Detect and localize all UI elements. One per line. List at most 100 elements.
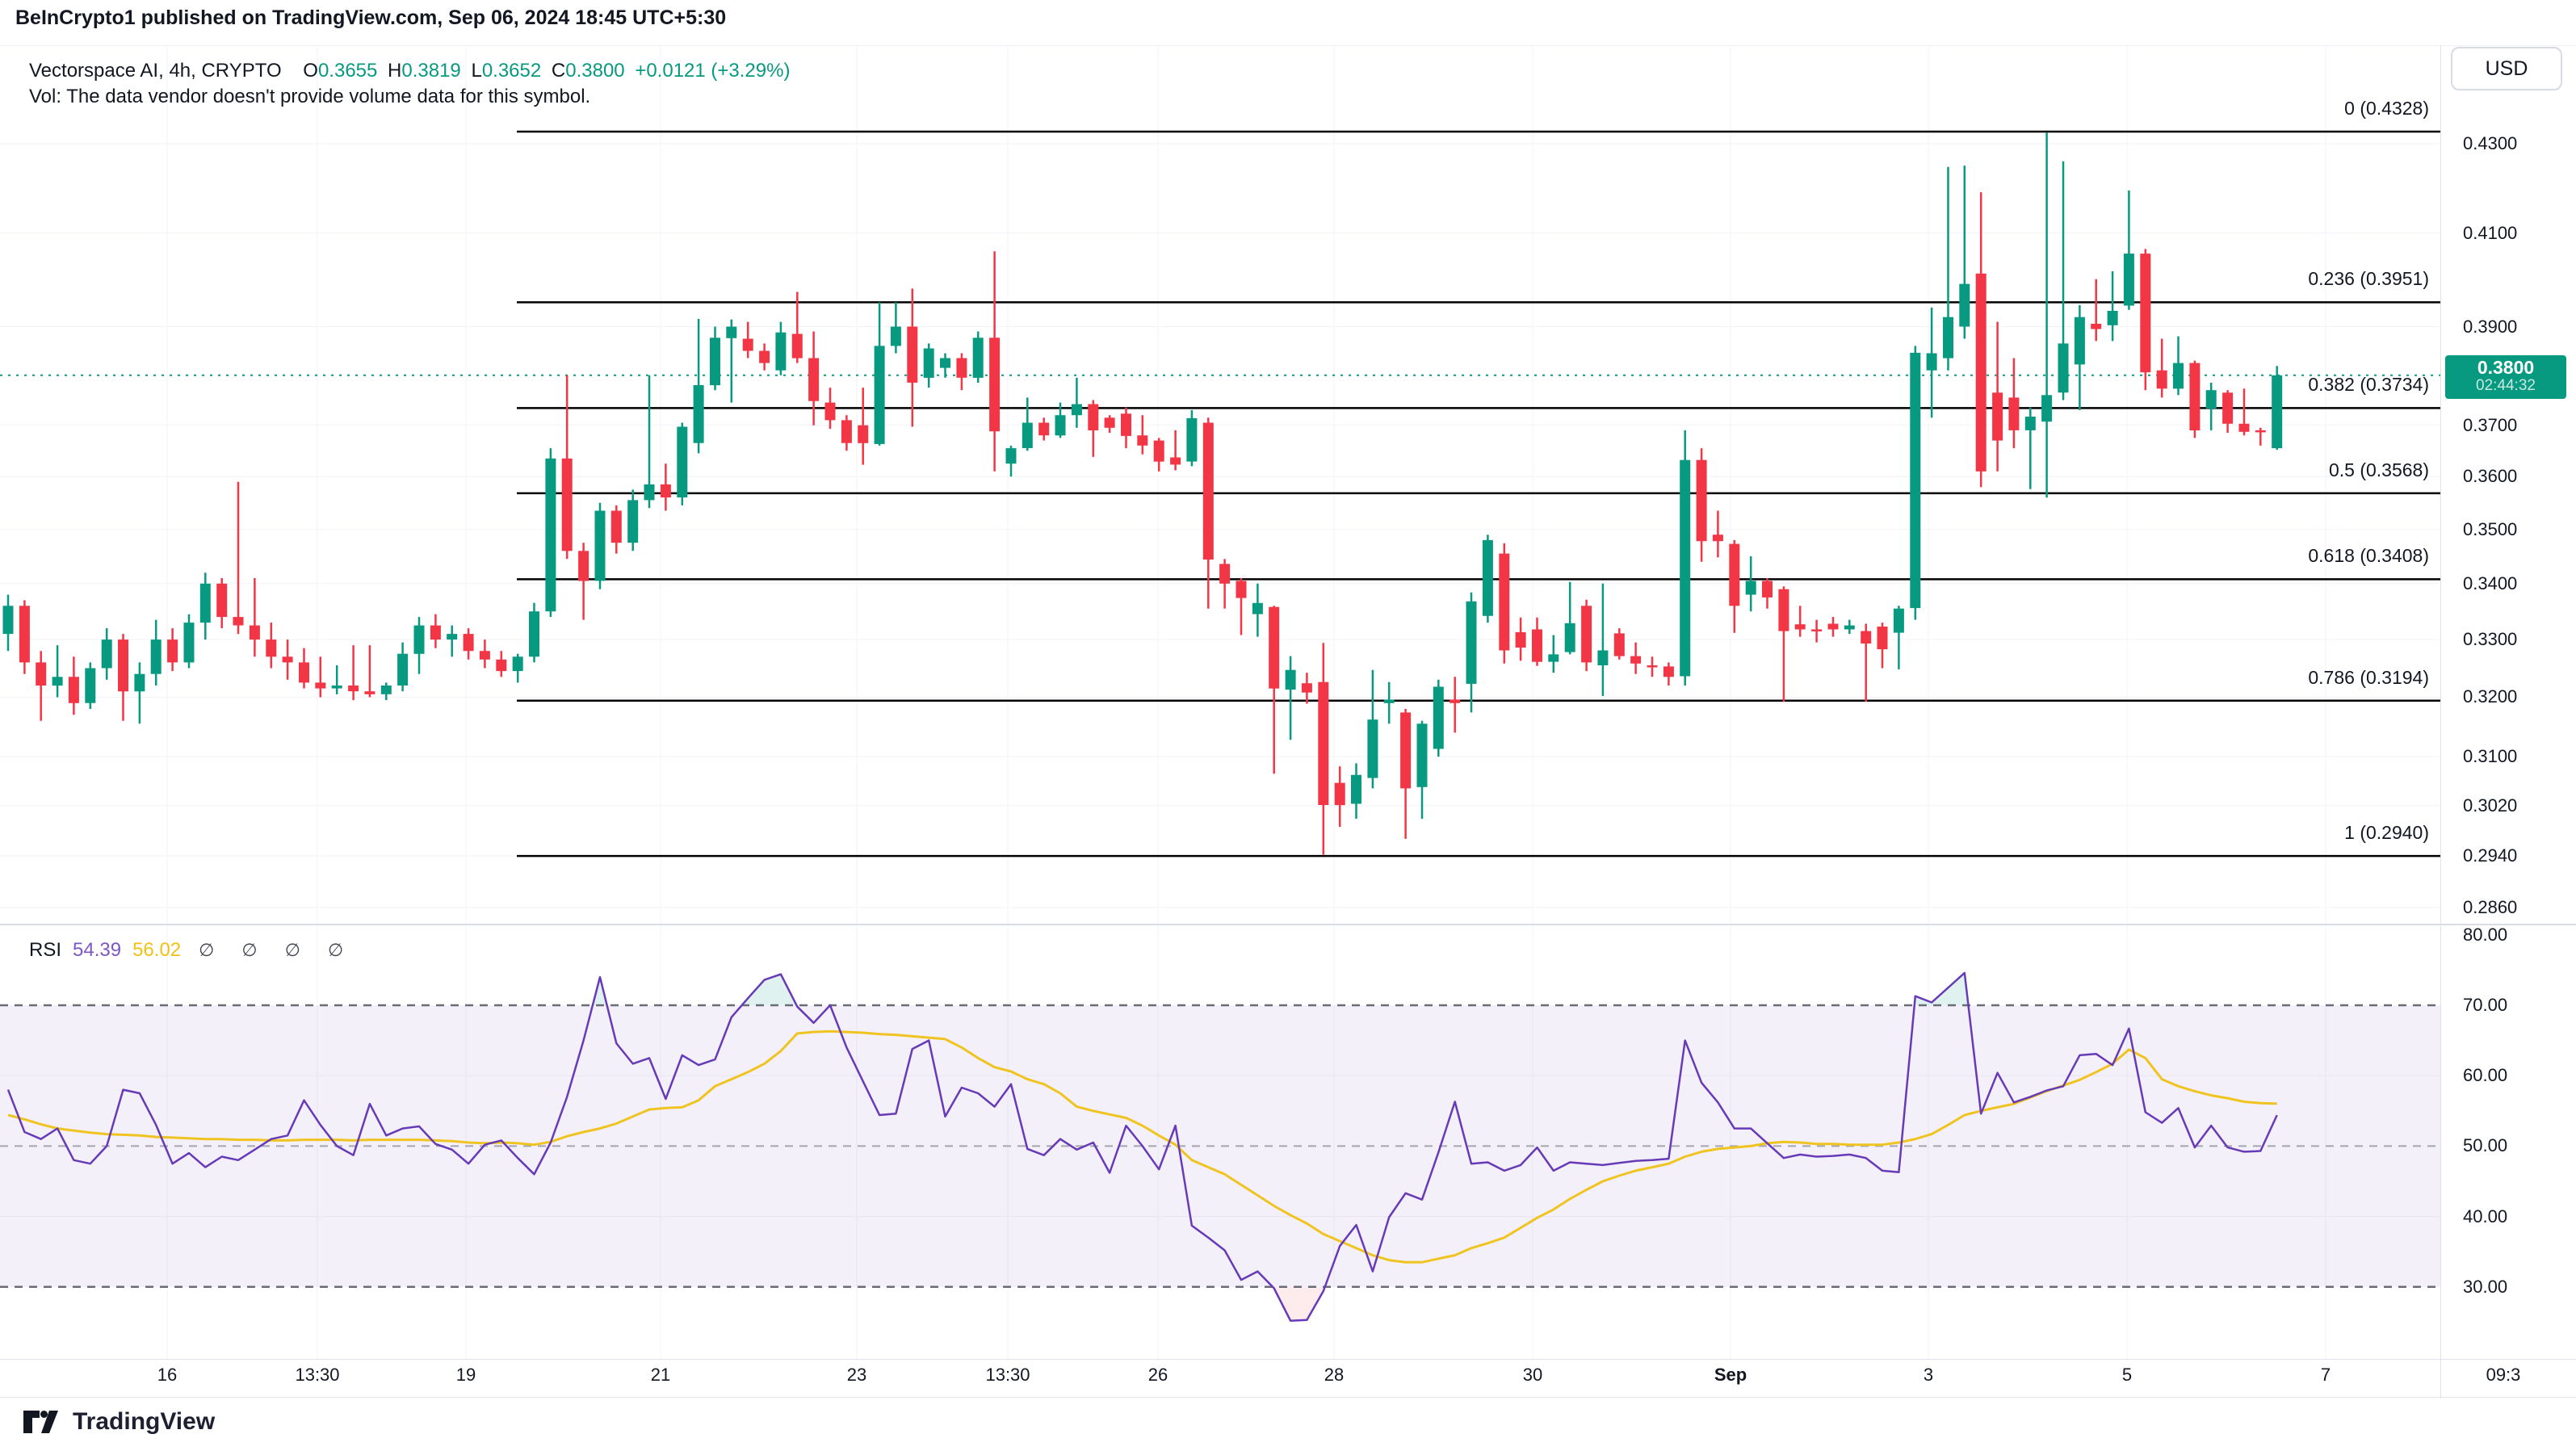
price-tick-label: 0.3200 [2463, 686, 2517, 707]
time-tick-label: 26 [1110, 1365, 1206, 1386]
candle [1762, 581, 1773, 598]
candle [775, 333, 786, 371]
tradingview-chart-page: BeInCrypto1 published on TradingView.com… [0, 0, 2576, 1455]
candle [283, 656, 293, 662]
candle [792, 334, 803, 359]
candle [841, 420, 852, 442]
price-tick-label: 0.2860 [2463, 897, 2517, 918]
ohlc-open-value: 0.3655 [318, 60, 377, 82]
time-tick-label: 23 [808, 1365, 905, 1386]
candle [1778, 589, 1789, 631]
chart-canvas[interactable] [0, 0, 2576, 1455]
rsi-tick-label: 30.00 [2463, 1277, 2507, 1298]
candle [644, 484, 655, 501]
rsi-tick-label: 60.00 [2463, 1065, 2507, 1086]
header-separator [0, 45, 2576, 46]
ohlc-high-label: H [388, 60, 401, 82]
ohlc-high-value: 0.3819 [401, 60, 460, 82]
time-tick-label: Sep [1682, 1365, 1779, 1386]
fib-level-label: 1 (0.2940) [0, 822, 2429, 844]
candle [250, 626, 260, 640]
fib-level-label: 0.382 (0.3734) [0, 374, 2429, 396]
candle [1367, 719, 1378, 778]
time-tick-label: 28 [1286, 1365, 1382, 1386]
candle [1927, 354, 1937, 371]
candle [19, 606, 30, 662]
candle [529, 611, 539, 656]
price-tick-label: 0.3700 [2463, 415, 2517, 436]
ohlc-low-value: 0.3652 [482, 60, 541, 82]
candle [2239, 424, 2250, 432]
candle [2108, 311, 2118, 325]
candle [1713, 535, 1723, 541]
time-tick-label: 13:30 [269, 1365, 366, 1386]
candle [1055, 415, 1066, 435]
time-tick-label: 19 [417, 1365, 514, 1386]
candle [1154, 441, 1164, 462]
candle [1252, 603, 1263, 614]
tradingview-logo-icon[interactable] [23, 1410, 60, 1434]
rsi-title: RSI [29, 939, 61, 962]
candle [184, 623, 195, 662]
candle [2041, 395, 2052, 421]
candle [1219, 564, 1230, 583]
candle [1384, 699, 1395, 702]
fib-level-label: 0.5 (0.3568) [0, 459, 2429, 481]
price-tick-label: 0.3400 [2463, 573, 2517, 594]
candle [200, 584, 211, 623]
rsi-tick-label: 40.00 [2463, 1206, 2507, 1227]
candle [611, 511, 622, 543]
candle [266, 639, 276, 656]
attribution-text: BeInCrypto1 published on TradingView.com… [15, 6, 726, 30]
candle [2255, 430, 2266, 433]
rsi-legend[interactable]: RSI 54.39 56.02 ∅ ∅ ∅ ∅ [29, 939, 355, 962]
candle [1038, 423, 1049, 436]
tradingview-brand-text[interactable]: TradingView [73, 1408, 215, 1436]
candle [1548, 654, 1559, 661]
fib-level-label: 0.786 (0.3194) [0, 667, 2429, 689]
time-tick-label: 5 [2079, 1365, 2175, 1386]
ohlc-close-value: 0.3800 [565, 60, 624, 82]
footer: TradingView [23, 1408, 215, 1436]
candle [545, 459, 556, 611]
price-tick-label: 0.4300 [2463, 133, 2517, 154]
time-tick-label: 13:30 [959, 1365, 1056, 1386]
candle [973, 338, 984, 378]
candle [1795, 624, 1806, 629]
price-tick-label: 0.3600 [2463, 466, 2517, 487]
candle [1992, 392, 2003, 440]
candle [2222, 392, 2233, 424]
time-tick-label: 7 [2277, 1365, 2374, 1386]
price-tick-label: 0.3020 [2463, 795, 2517, 816]
rsi-tick-label: 80.00 [2463, 925, 2507, 946]
candle [1433, 687, 1444, 749]
candle [1844, 626, 1855, 630]
candle [1088, 405, 1098, 431]
candle [447, 634, 457, 639]
candle [1203, 423, 1214, 560]
fib-level-label: 0.236 (0.3951) [0, 268, 2429, 290]
candle [364, 691, 375, 694]
price-tick-label: 0.3100 [2463, 746, 2517, 767]
candle [1335, 783, 1345, 806]
candle [627, 500, 638, 543]
candle [1072, 405, 1082, 416]
ohlc-close-label: C [552, 60, 565, 82]
symbol-title: Vectorspace AI, 4h, CRYPTO [29, 60, 282, 82]
candle [825, 403, 836, 421]
rsi-tick-label: 50.00 [2463, 1135, 2507, 1156]
candle [1351, 775, 1361, 804]
candle [1614, 633, 1625, 656]
candle [2075, 317, 2085, 365]
candle [1828, 624, 1839, 630]
candle [759, 351, 770, 363]
candle [1894, 609, 1904, 633]
price-tick-label: 0.2940 [2463, 845, 2517, 866]
ohlc-open-label: O [303, 60, 318, 82]
change-value: +0.0121 (+3.29%) [635, 60, 790, 82]
candle [1532, 630, 1542, 662]
candle [1861, 631, 1871, 644]
price-tick-label: 0.3300 [2463, 629, 2517, 650]
symbol-ohlc-row[interactable]: Vectorspace AI, 4h, CRYPTO O0.3655 H0.38… [29, 60, 795, 82]
candle [480, 651, 490, 660]
